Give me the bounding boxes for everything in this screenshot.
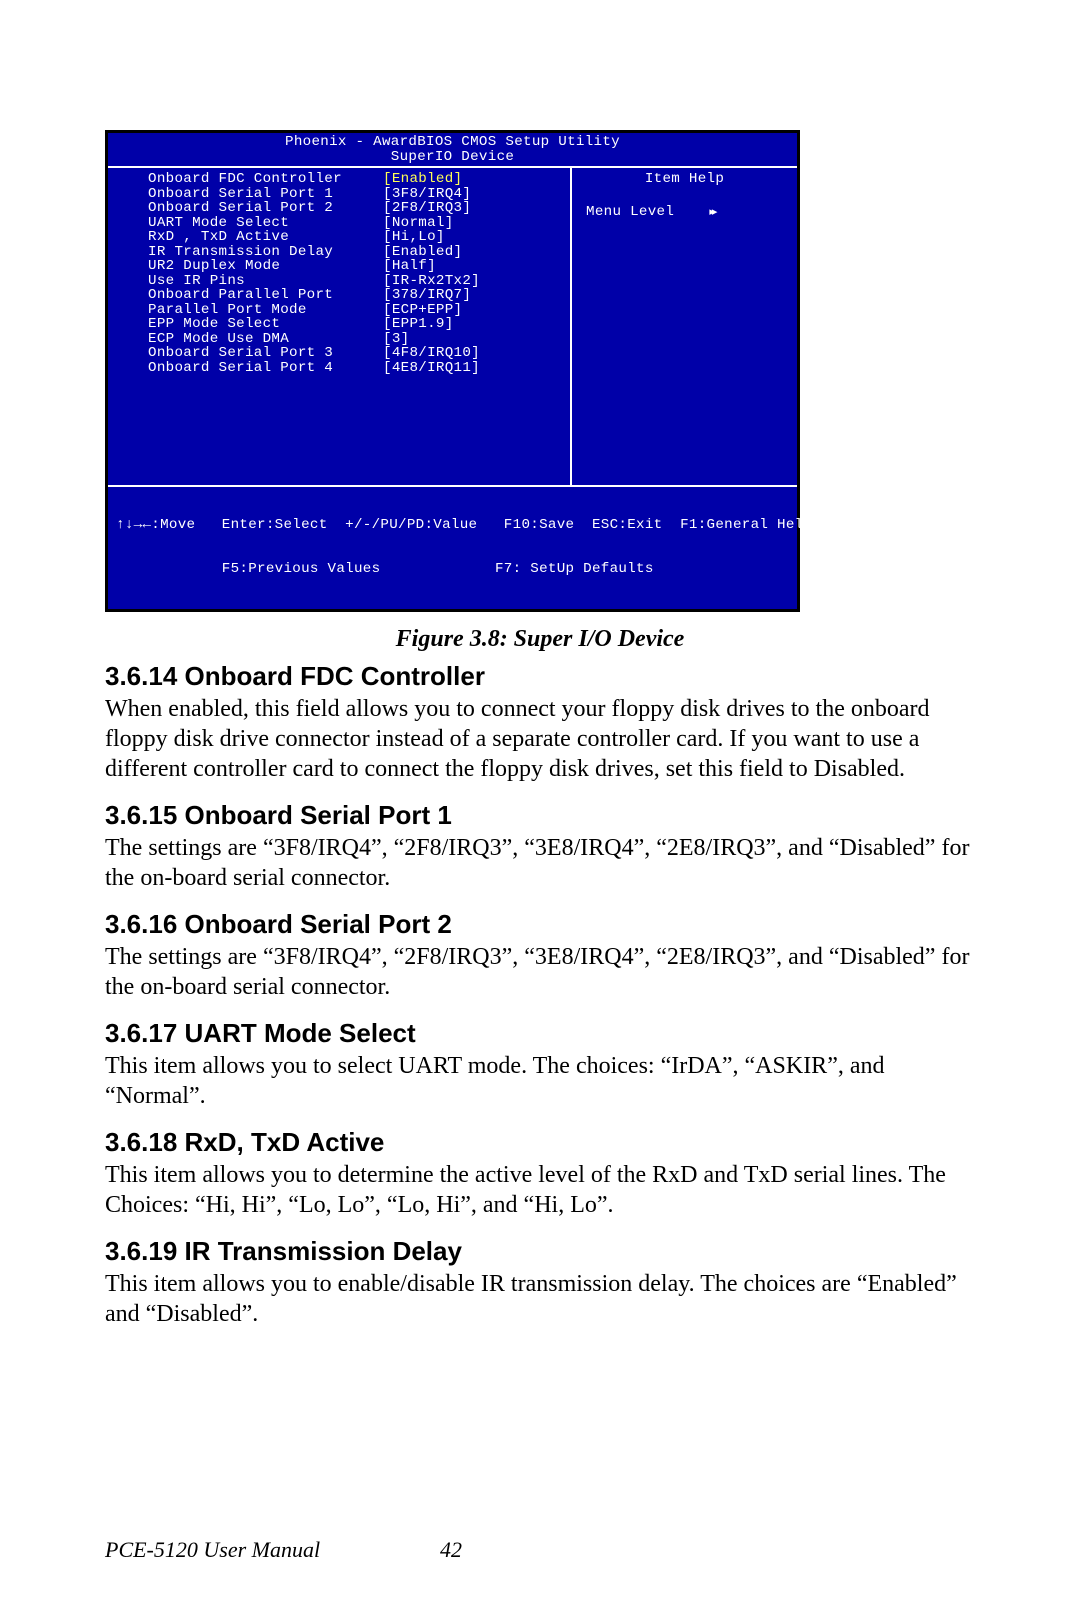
bios-footer: ↑↓→←:Move Enter:Select +/-/PU/PD:Value F… [108, 487, 797, 609]
bios-settings-panel: Onboard FDC Controller[Enabled]Onboard S… [108, 168, 572, 485]
menu-level: Menu Level ▸▸ [572, 187, 797, 220]
bios-setting-row[interactable]: Use IR Pins[IR-Rx2Tx2] [108, 274, 570, 289]
bios-setting-label: Parallel Port Mode [148, 303, 383, 318]
bios-setting-value: [Enabled] [383, 245, 570, 260]
bios-setting-row[interactable]: Onboard Serial Port 2[2F8/IRQ3] [108, 201, 570, 216]
bios-help-panel: Item Help Menu Level ▸▸ [572, 168, 797, 485]
chevron-right-icon: ▸▸ [709, 205, 714, 220]
section-heading: 3.6.18 RxD, TxD Active [105, 1127, 975, 1158]
bios-setting-label: Onboard Parallel Port [148, 288, 383, 303]
bios-setting-value: [Enabled] [383, 172, 570, 187]
bios-setting-row[interactable]: Onboard Serial Port 3[4F8/IRQ10] [108, 346, 570, 361]
bios-setting-row[interactable]: IR Transmission Delay[Enabled] [108, 245, 570, 260]
section-paragraph: When enabled, this field allows you to c… [105, 694, 975, 784]
bios-setting-label: EPP Mode Select [148, 317, 383, 332]
bios-setting-row[interactable]: Onboard Parallel Port[378/IRQ7] [108, 288, 570, 303]
section-heading: 3.6.16 Onboard Serial Port 2 [105, 909, 975, 940]
footer-manual-title: PCE-5120 User Manual [105, 1537, 320, 1563]
bios-setting-value: [Half] [383, 259, 570, 274]
bios-setting-label: Onboard FDC Controller [148, 172, 383, 187]
bios-setting-value: [4F8/IRQ10] [383, 346, 570, 361]
page-footer: PCE-5120 User Manual 42 [105, 1537, 975, 1563]
bios-setting-row[interactable]: UR2 Duplex Mode[Half] [108, 259, 570, 274]
bios-setting-row[interactable]: RxD , TxD Active[Hi,Lo] [108, 230, 570, 245]
bios-setting-label: UR2 Duplex Mode [148, 259, 383, 274]
bios-setting-row[interactable]: Parallel Port Mode[ECP+EPP] [108, 303, 570, 318]
section-paragraph: This item allows you to enable/disable I… [105, 1269, 975, 1329]
bios-setting-row[interactable]: EPP Mode Select[EPP1.9] [108, 317, 570, 332]
bios-footer-line1: ↑↓→←:Move Enter:Select +/-/PU/PD:Value F… [116, 518, 791, 533]
bios-setting-value: [3] [383, 332, 570, 347]
bios-setting-label: UART Mode Select [148, 216, 383, 231]
item-help-title: Item Help [572, 172, 797, 187]
bios-setting-label: IR Transmission Delay [148, 245, 383, 260]
menu-level-label: Menu Level [586, 204, 674, 220]
section-paragraph: The settings are “3F8/IRQ4”, “2F8/IRQ3”,… [105, 942, 975, 1002]
bios-setting-row[interactable]: UART Mode Select[Normal] [108, 216, 570, 231]
bios-screenshot: Phoenix - AwardBIOS CMOS Setup Utility S… [105, 130, 800, 612]
section-heading: 3.6.15 Onboard Serial Port 1 [105, 800, 975, 831]
bios-setting-label: Onboard Serial Port 1 [148, 187, 383, 202]
bios-body: Onboard FDC Controller[Enabled]Onboard S… [108, 166, 797, 487]
bios-setting-label: Onboard Serial Port 3 [148, 346, 383, 361]
bios-setting-row[interactable]: Onboard Serial Port 1[3F8/IRQ4] [108, 187, 570, 202]
section-heading: 3.6.19 IR Transmission Delay [105, 1236, 975, 1267]
bios-setting-label: Onboard Serial Port 2 [148, 201, 383, 216]
bios-setting-value: [EPP1.9] [383, 317, 570, 332]
bios-setting-label: RxD , TxD Active [148, 230, 383, 245]
bios-setting-value: [ECP+EPP] [383, 303, 570, 318]
bios-setting-value: [IR-Rx2Tx2] [383, 274, 570, 289]
section-heading: 3.6.17 UART Mode Select [105, 1018, 975, 1049]
section-paragraph: The settings are “3F8/IRQ4”, “2F8/IRQ3”,… [105, 833, 975, 893]
bios-setting-label: Onboard Serial Port 4 [148, 361, 383, 376]
bios-setting-value: [Hi,Lo] [383, 230, 570, 245]
bios-setting-value: [3F8/IRQ4] [383, 187, 570, 202]
bios-setting-value: [Normal] [383, 216, 570, 231]
bios-subtitle: SuperIO Device [108, 150, 797, 167]
section-paragraph: This item allows you to determine the ac… [105, 1160, 975, 1220]
bios-setting-value: [378/IRQ7] [383, 288, 570, 303]
bios-setting-value: [2F8/IRQ3] [383, 201, 570, 216]
bios-setting-row[interactable]: Onboard FDC Controller[Enabled] [108, 172, 570, 187]
bios-setting-row[interactable]: Onboard Serial Port 4[4E8/IRQ11] [108, 361, 570, 376]
bios-footer-line2: F5:Previous Values F7: SetUp Defaults [116, 562, 791, 577]
bios-setting-label: ECP Mode Use DMA [148, 332, 383, 347]
bios-setting-label: Use IR Pins [148, 274, 383, 289]
figure-caption: Figure 3.8: Super I/O Device [105, 626, 975, 653]
section-heading: 3.6.14 Onboard FDC Controller [105, 661, 975, 692]
footer-page-number: 42 [440, 1537, 462, 1563]
bios-title: Phoenix - AwardBIOS CMOS Setup Utility [108, 133, 797, 150]
section-paragraph: This item allows you to select UART mode… [105, 1051, 975, 1111]
bios-setting-value: [4E8/IRQ11] [383, 361, 570, 376]
bios-setting-row[interactable]: ECP Mode Use DMA[3] [108, 332, 570, 347]
